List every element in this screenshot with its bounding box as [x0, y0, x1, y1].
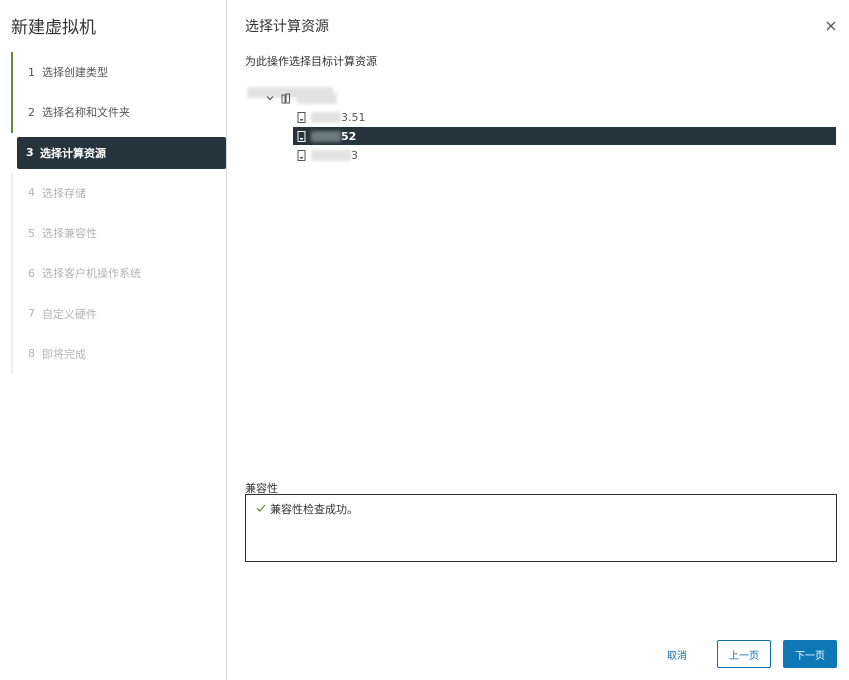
step-select-compatibility: 5 选择兼容性 [11, 212, 226, 254]
step-number: 5 [28, 226, 35, 240]
compatibility-box: 兼容性检查成功。 [245, 494, 837, 562]
step-label: 选择计算资源 [40, 146, 106, 160]
step-label: 即将完成 [42, 347, 86, 361]
page-title: 选择计算资源 [245, 19, 329, 35]
checkmark-icon [256, 504, 266, 512]
host-icon [297, 149, 306, 161]
cancel-button[interactable]: 取消 [663, 640, 691, 668]
redacted-name [311, 111, 341, 123]
step-label: 选择兼容性 [42, 227, 97, 241]
redacted-name [311, 149, 351, 161]
step-number: 8 [28, 347, 35, 361]
step-customize-hardware: 7 自定义硬件 [11, 293, 226, 334]
step-select-creation-type[interactable]: 1 选择创建类型 [11, 52, 226, 93]
wizard-title: 新建虚拟机 [11, 18, 96, 38]
step-select-storage: 4 选择存储 [11, 172, 226, 213]
instruction-text: 为此操作选择目标计算资源 [245, 55, 377, 68]
step-ready-to-complete: 8 即将完成 [11, 333, 226, 375]
host-icon [297, 130, 306, 142]
main-panel: 选择计算资源 为此操作选择目标计算资源 3.51 52 3 兼容性 兼容性检查成… [227, 0, 849, 680]
step-number: 3 [26, 146, 34, 160]
compatibility-message: 兼容性检查成功。 [270, 503, 358, 516]
step-label: 选择存储 [42, 186, 86, 200]
step-label: 选择名称和文件夹 [42, 106, 130, 120]
host-icon [297, 111, 306, 123]
step-number: 4 [28, 186, 35, 200]
tree-row-host-selected[interactable]: 52 [293, 127, 836, 145]
step-number: 7 [28, 307, 35, 321]
step-select-name-folder[interactable]: 2 选择名称和文件夹 [11, 92, 226, 133]
tree-row-host[interactable]: 3 [297, 146, 437, 164]
compute-resource-tree: 3.51 52 3 [245, 70, 837, 180]
close-icon [826, 21, 836, 31]
step-number: 1 [28, 65, 35, 79]
host-name-suffix: 52 [341, 129, 357, 143]
close-button[interactable] [824, 18, 838, 32]
cluster-icon [281, 93, 290, 103]
tree-row-cluster[interactable] [265, 89, 355, 107]
redacted-name [311, 130, 341, 142]
wizard-sidebar: 新建虚拟机 1 选择创建类型 2 选择名称和文件夹 3 选择计算资源 4 选择存… [0, 0, 227, 680]
step-label: 选择客户机操作系统 [42, 267, 141, 281]
step-number: 6 [28, 266, 35, 280]
redacted-name [297, 92, 337, 104]
step-label: 自定义硬件 [42, 307, 97, 321]
step-select-guest-os: 6 选择客户机操作系统 [11, 253, 226, 294]
host-name-suffix: 3.51 [341, 110, 366, 124]
host-name-suffix: 3 [351, 148, 358, 162]
tree-row-host[interactable]: 3.51 [297, 108, 437, 126]
chevron-down-icon[interactable] [265, 93, 275, 103]
wizard-steps: 1 选择创建类型 2 选择名称和文件夹 3 选择计算资源 4 选择存储 5 选择… [11, 52, 226, 375]
step-number: 2 [28, 105, 35, 119]
back-button[interactable]: 上一页 [717, 640, 771, 668]
step-label: 选择创建类型 [42, 66, 108, 80]
next-button[interactable]: 下一页 [783, 640, 837, 668]
step-select-compute-resource[interactable]: 3 选择计算资源 [17, 136, 226, 169]
